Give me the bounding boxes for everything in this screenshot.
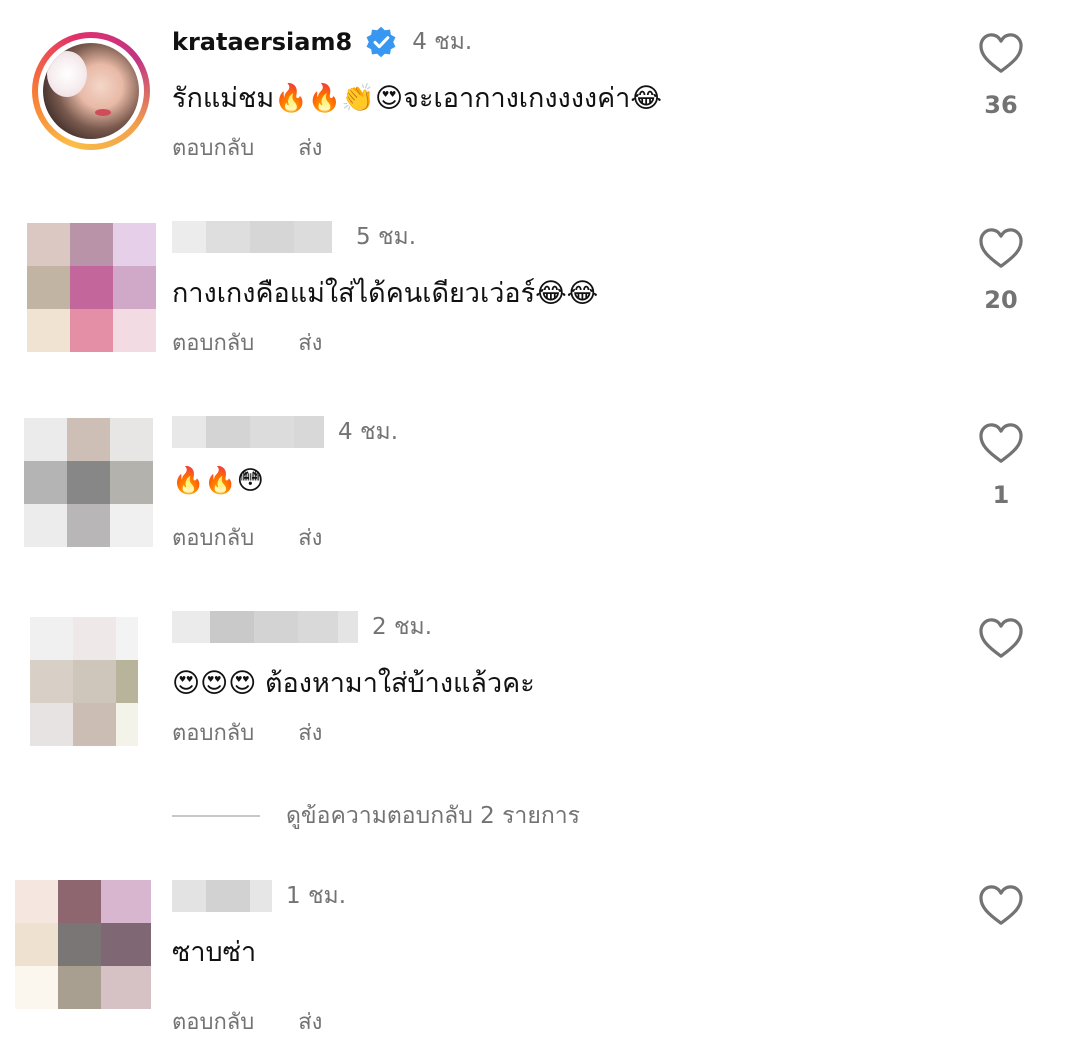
comment-text: 😍😍😍 ต้องหามาใส่บ้างแล้วคะ [172, 668, 535, 699]
blurred-username[interactable] [172, 880, 272, 912]
comment-item: 5 ชม. กางเกงคือแม่ใส่ได้คนเดียวเว่อร์😂😂 … [0, 195, 1080, 356]
comment-item: 2 ชม. 😍😍😍 ต้องหามาใส่บ้างแล้วคะ ตอบกลับส… [0, 585, 1080, 746]
comment-actions: ตอบกลับ ส่ง [172, 520, 322, 555]
story-avatar[interactable] [32, 32, 150, 150]
avatar-flower [47, 51, 87, 97]
comment-header: krataersiam8 4 ชม. [172, 22, 472, 62]
comment-time: 2 ชม. [372, 614, 433, 640]
view-replies-label: ดูข้อความตอบกลับ 2 รายการ [286, 803, 581, 829]
comment-text: 🔥🔥😳 [172, 466, 264, 496]
send-button[interactable]: ส่ง [298, 715, 322, 750]
comment-time: 5 ชม. [356, 224, 417, 250]
blurred-avatar[interactable] [24, 418, 153, 547]
comment-actions: ตอบกลับ ส่ง [172, 1004, 322, 1039]
blurred-avatar[interactable] [30, 617, 138, 746]
username-link[interactable]: krataersiam8 [172, 28, 352, 56]
blurred-username[interactable] [172, 416, 324, 448]
send-button[interactable]: ส่ง [298, 325, 322, 360]
heart-outline-icon[interactable] [978, 617, 1024, 659]
comment-item: krataersiam8 4 ชม. รักแม่ชม🔥🔥👏😍จะเอากางเ… [0, 0, 1080, 161]
comment-text: กางเกงคือแม่ใส่ได้คนเดียวเว่อร์😂😂 [172, 278, 599, 309]
like-count: 36 [984, 91, 1018, 119]
comment-header: 2 ชม. [172, 607, 432, 647]
view-replies-button[interactable]: ดูข้อความตอบกลับ 2 รายการ [172, 796, 580, 836]
heart-outline-icon[interactable] [978, 884, 1024, 926]
heart-outline-icon[interactable] [978, 32, 1024, 74]
blurred-username[interactable] [172, 221, 342, 253]
blurred-avatar[interactable] [27, 223, 156, 352]
view-replies-divider [172, 815, 260, 817]
comment-text: รักแม่ชม🔥🔥👏😍จะเอากางเกงงงงค่า😂 [172, 83, 662, 114]
comment-item: 1 ชม. ซาบซ่า ตอบกลับ ส่ง [0, 860, 1080, 1035]
like-count: 1 [992, 481, 1010, 509]
comment-time: 1 ชม. [286, 883, 347, 909]
blurred-username[interactable] [172, 611, 358, 643]
comment-item: 4 ชม. 🔥🔥😳 ตอบกลับ ส่ง 1 [0, 390, 1080, 551]
avatar-lips [95, 109, 111, 116]
comment-actions: ตอบกลับ ส่ง [172, 715, 322, 750]
send-button[interactable]: ส่ง [298, 130, 322, 165]
comment-header: 5 ชม. [172, 217, 416, 257]
comment-header: 4 ชม. [172, 412, 398, 452]
comment-header: 1 ชม. [172, 876, 346, 916]
reply-button[interactable]: ตอบกลับ [172, 130, 254, 165]
like-count: 20 [984, 286, 1018, 314]
reply-button[interactable]: ตอบกลับ [172, 715, 254, 750]
comment-time: 4 ชม. [338, 419, 399, 445]
comment-text: ซาบซ่า [172, 937, 257, 968]
heart-outline-icon[interactable] [978, 422, 1024, 464]
reply-button[interactable]: ตอบกลับ [172, 520, 254, 555]
reply-button[interactable]: ตอบกลับ [172, 1004, 254, 1039]
avatar-photo [43, 43, 139, 139]
reply-button[interactable]: ตอบกลับ [172, 325, 254, 360]
heart-outline-icon[interactable] [978, 227, 1024, 269]
comment-actions: ตอบกลับ ส่ง [172, 325, 322, 360]
send-button[interactable]: ส่ง [298, 520, 322, 555]
comment-time: 4 ชม. [412, 29, 473, 55]
blurred-avatar[interactable] [15, 880, 151, 1009]
verified-badge-icon [366, 26, 396, 58]
comment-actions: ตอบกลับ ส่ง [172, 130, 322, 165]
send-button[interactable]: ส่ง [298, 1004, 322, 1039]
